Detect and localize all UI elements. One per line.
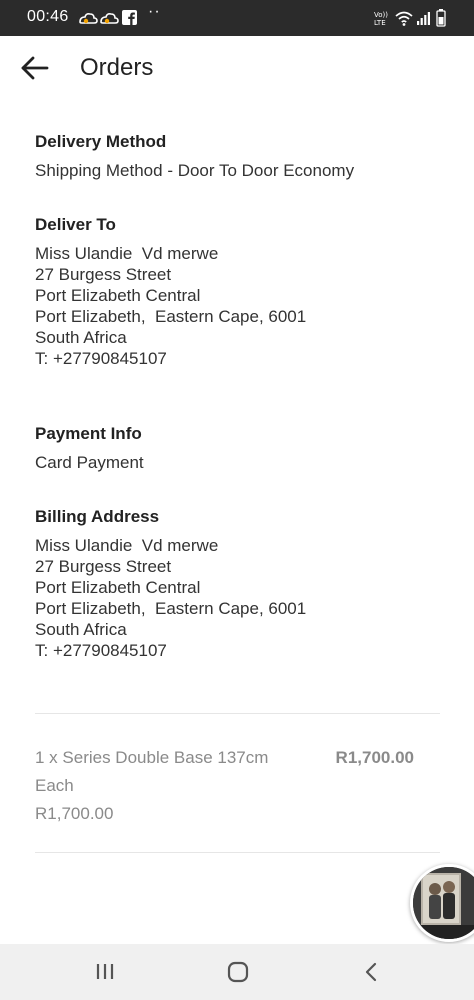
system-back-button[interactable] — [355, 958, 387, 986]
payment-info-title: Payment Info — [35, 424, 142, 443]
status-bar: 00:46 ·· Vo)) LTE — [0, 0, 474, 36]
item-price: R1,700.00 — [335, 748, 414, 767]
home-icon — [227, 961, 249, 983]
back-button[interactable] — [16, 48, 56, 88]
system-status-icons: Vo)) LTE — [374, 9, 446, 27]
deliver-to-title: Deliver To — [35, 215, 116, 234]
more-notifications-dots: ·· — [148, 3, 161, 20]
deliver-to-city: Port Elizabeth, Eastern Cape, 6001 — [35, 307, 307, 326]
battery-icon — [436, 9, 446, 27]
page-title: Orders — [80, 54, 154, 81]
deliver-to-section: Deliver To Miss Ulandie Vd merwe 27 Burg… — [35, 213, 440, 369]
billing-country: South Africa — [35, 620, 127, 639]
item-subtotal: R1,700.00 — [35, 804, 114, 823]
recent-apps-button[interactable] — [89, 958, 121, 986]
deliver-to-name: Miss Ulandie Vd merwe — [35, 244, 219, 263]
billing-address-title: Billing Address — [35, 507, 160, 526]
delivery-method-title: Delivery Method — [35, 132, 167, 151]
volte-icon: Vo)) LTE — [374, 11, 388, 27]
status-time: 00:46 — [27, 8, 69, 25]
deliver-to-phone: T: +27790845107 — [35, 349, 167, 368]
item-each-label: Each — [35, 776, 74, 795]
facebook-icon — [122, 10, 137, 25]
avatar[interactable] — [410, 864, 474, 942]
system-nav-bar — [0, 944, 474, 1000]
order-details: Delivery Method Shipping Method - Door T… — [35, 130, 440, 661]
deliver-to-suburb: Port Elizabeth Central — [35, 286, 201, 305]
deliver-to-country: South Africa — [35, 328, 127, 347]
cloud-icon — [100, 13, 119, 24]
billing-phone: T: +27790845107 — [35, 641, 167, 660]
payment-info-value: Card Payment — [35, 453, 144, 472]
arrow-left-icon — [21, 56, 49, 80]
delivery-method-value: Shipping Method - Door To Door Economy — [35, 161, 355, 180]
divider — [35, 852, 440, 853]
delivery-method-section: Delivery Method Shipping Method - Door T… — [35, 130, 440, 181]
billing-name: Miss Ulandie Vd merwe — [35, 536, 219, 555]
billing-suburb: Port Elizabeth Central — [35, 578, 201, 597]
cloud-icon — [79, 13, 98, 24]
notification-icons — [79, 10, 137, 25]
item-name: 1 x Series Double Base 137cm — [35, 748, 269, 767]
deliver-to-street: 27 Burgess Street — [35, 265, 172, 284]
svg-text:Vo)): Vo)) — [374, 11, 388, 19]
svg-text:LTE: LTE — [374, 19, 386, 27]
divider — [35, 713, 440, 714]
billing-city: Port Elizabeth, Eastern Cape, 6001 — [35, 599, 307, 618]
wifi-icon — [395, 11, 413, 26]
profile-photo-icon — [413, 867, 474, 939]
billing-street: 27 Burgess Street — [35, 557, 172, 576]
chevron-left-icon — [365, 962, 377, 982]
signal-icon — [417, 12, 430, 25]
payment-info-section: Payment Info Card Payment — [35, 422, 440, 473]
app-header: Orders — [0, 36, 474, 102]
recent-apps-icon — [96, 964, 114, 979]
billing-address-section: Billing Address Miss Ulandie Vd merwe 27… — [35, 505, 440, 661]
home-button[interactable] — [222, 958, 254, 986]
